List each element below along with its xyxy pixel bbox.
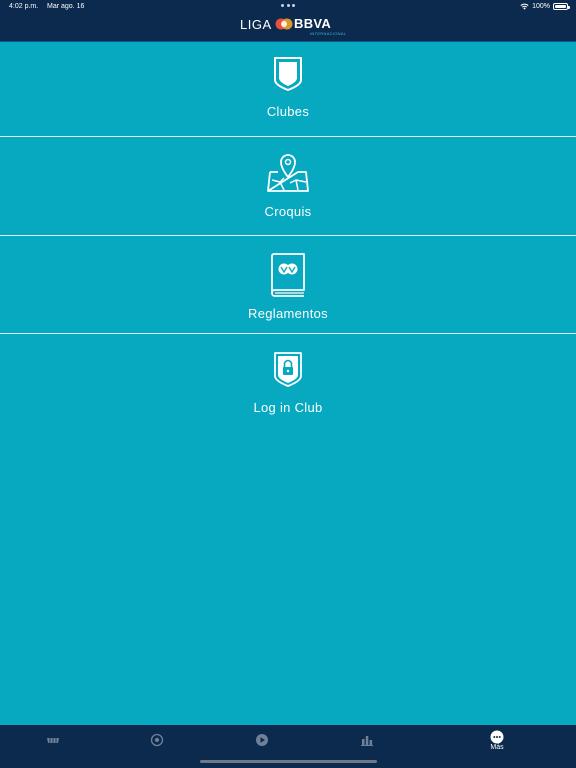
status-time: 4:02 p.m. [9, 3, 39, 10]
tab-stadium[interactable] [23, 725, 83, 768]
battery-percentage: 100% [532, 3, 550, 10]
soccer-ball-icon [150, 733, 164, 747]
wifi-icon [520, 3, 529, 10]
home-indicator[interactable] [200, 760, 377, 763]
status-indicators: 100% [520, 2, 570, 11]
stadium-icon [47, 738, 59, 743]
menu-item-log-in-club[interactable]: Log in Club [0, 334, 576, 424]
menu-item-clubes[interactable]: Clubes [0, 42, 576, 136]
tab-mas[interactable]: Más [467, 725, 527, 768]
menu-item-label: Clubes [266, 104, 310, 119]
menu-item-reglamentos[interactable]: Reglamentos [0, 236, 576, 333]
more-icon [490, 730, 504, 744]
logo-bbva-text: BBVA [294, 16, 332, 31]
menu-item-croquis[interactable]: Croquis [0, 137, 576, 235]
book-icon [271, 253, 305, 297]
top-bar: 4:02 p.m. Mar ago. 16 100% LIGA BBVA INT… [0, 0, 576, 42]
bar-chart-icon [361, 736, 373, 746]
shield-icon [274, 57, 302, 91]
status-date: Mar ago. 16 [47, 3, 85, 10]
battery-icon [553, 3, 570, 10]
logo-emblem-icon [275, 18, 293, 30]
tab-label: Más [490, 744, 504, 751]
menu-item-label: Croquis [264, 204, 312, 219]
tab-matches[interactable] [127, 725, 187, 768]
shield-lock-icon [274, 352, 302, 387]
play-icon [256, 734, 268, 746]
multitasking-dots-icon[interactable] [281, 3, 295, 8]
menu-item-label: Log in Club [253, 400, 323, 415]
logo-subtitle: INTERNACIONAL [310, 31, 347, 36]
liga-bbva-logo: LIGA BBVA INTERNACIONAL [240, 15, 346, 39]
map-pin-icon [267, 154, 309, 192]
logo-liga-text: LIGA [240, 17, 272, 32]
menu-item-label: Reglamentos [248, 306, 328, 321]
